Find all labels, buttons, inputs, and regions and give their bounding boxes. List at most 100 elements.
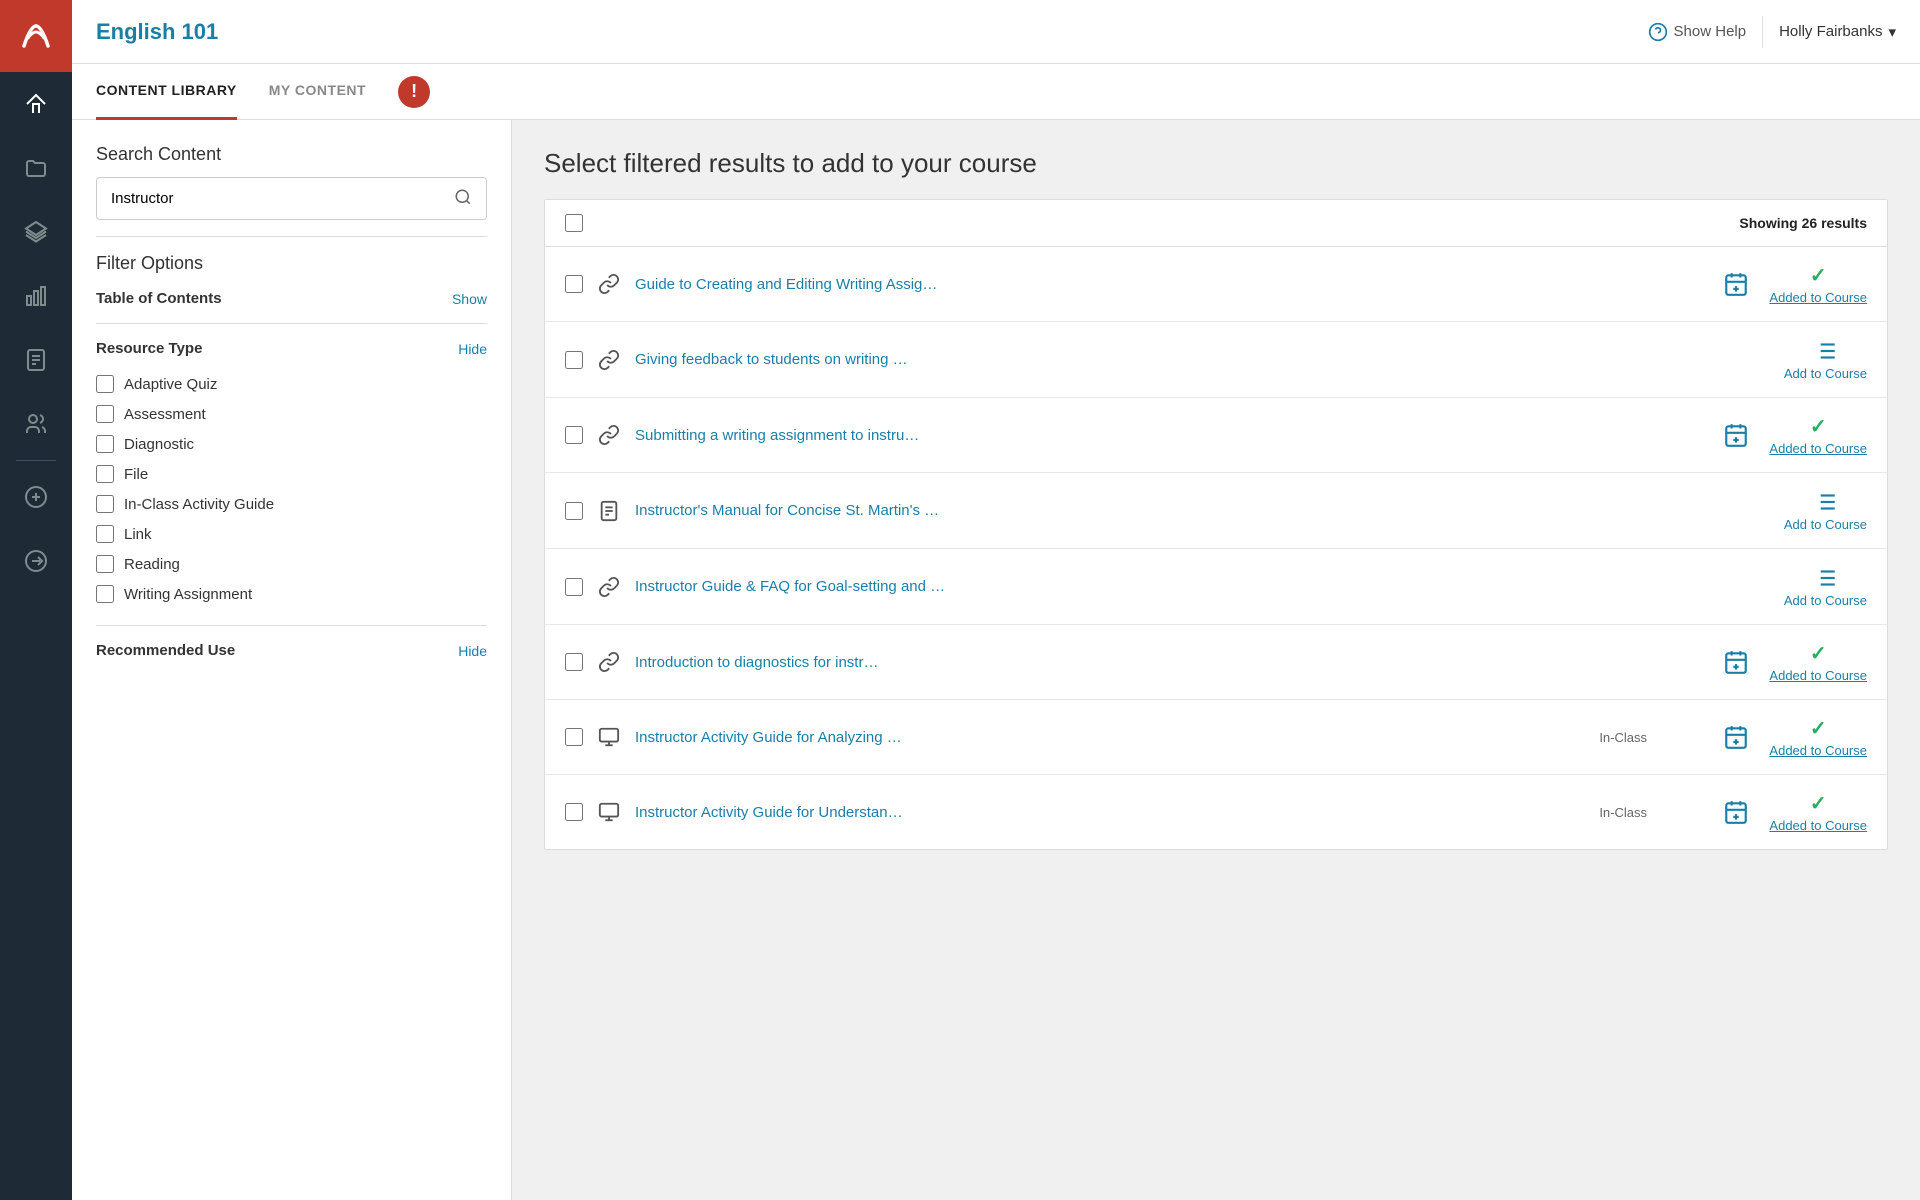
- table-row: Giving feedback to students on writing ……: [545, 322, 1887, 398]
- sidebar-item-folder[interactable]: [0, 136, 72, 200]
- file-checkbox[interactable]: [96, 465, 114, 483]
- row-3-checkbox[interactable]: [565, 426, 583, 444]
- user-name: Holly Fairbanks: [1779, 23, 1882, 40]
- results-header-row: Showing 26 results: [545, 200, 1887, 247]
- row-6-checkbox[interactable]: [565, 653, 583, 671]
- checkbox-link[interactable]: Link: [96, 519, 487, 549]
- row-8-schedule-button[interactable]: [1723, 799, 1749, 825]
- help-icon: [1648, 22, 1668, 42]
- app-logo[interactable]: [0, 0, 72, 72]
- top-header: English 101 Show Help Holly Fairbanks ▾: [72, 0, 1920, 64]
- row-3-added-label[interactable]: Added to Course: [1769, 441, 1867, 456]
- search-content-label: Search Content: [96, 144, 487, 165]
- select-all-checkbox[interactable]: [565, 214, 583, 232]
- diagnostic-checkbox[interactable]: [96, 435, 114, 453]
- sidebar-item-document[interactable]: [0, 328, 72, 392]
- row-2-actions: Add to Course: [1667, 338, 1867, 381]
- show-help-button[interactable]: Show Help: [1648, 22, 1747, 42]
- row-7-title[interactable]: Instructor Activity Guide for Analyzing …: [635, 727, 1579, 748]
- row-7-actions: ✓ Added to Course: [1667, 716, 1867, 758]
- row-6-title[interactable]: Introduction to diagnostics for instr…: [635, 652, 1655, 673]
- tab-alert-button[interactable]: !: [398, 76, 430, 108]
- row-1-added-status: ✓ Added to Course: [1769, 263, 1867, 305]
- row-5-checkbox[interactable]: [565, 578, 583, 596]
- row-3-actions: ✓ Added to Course: [1667, 414, 1867, 456]
- link-icon: [598, 651, 620, 673]
- row-4-actions: Add to Course: [1667, 489, 1867, 532]
- checkbox-in-class-activity[interactable]: In-Class Activity Guide: [96, 489, 487, 519]
- row-2-add-button[interactable]: Add to Course: [1784, 338, 1867, 381]
- in-class-activity-checkbox[interactable]: [96, 495, 114, 513]
- row-8-added-label[interactable]: Added to Course: [1769, 818, 1867, 833]
- row-7-checkbox[interactable]: [565, 728, 583, 746]
- checkbox-diagnostic[interactable]: Diagnostic: [96, 429, 487, 459]
- checkmark-icon: ✓: [1810, 791, 1827, 816]
- row-6-added-status: ✓ Added to Course: [1769, 641, 1867, 683]
- user-menu-button[interactable]: Holly Fairbanks ▾: [1779, 23, 1896, 41]
- row-2-add-label: Add to Course: [1784, 366, 1867, 381]
- checkbox-reading[interactable]: Reading: [96, 549, 487, 579]
- sidebar-item-people[interactable]: [0, 392, 72, 456]
- resource-type-section-header: Resource Type Hide: [96, 340, 487, 357]
- row-1-title[interactable]: Guide to Creating and Editing Writing As…: [635, 274, 1655, 295]
- recommended-use-toggle-button[interactable]: Hide: [458, 643, 487, 659]
- link-checkbox[interactable]: [96, 525, 114, 543]
- checkbox-adaptive-quiz[interactable]: Adaptive Quiz: [96, 369, 487, 399]
- sidebar-item-chart[interactable]: [0, 264, 72, 328]
- writing-assignment-checkbox[interactable]: [96, 585, 114, 603]
- row-3-schedule-button[interactable]: [1723, 422, 1749, 448]
- row-2-icon: [595, 346, 623, 374]
- tab-content-library[interactable]: CONTENT LIBRARY: [96, 64, 237, 120]
- checkbox-writing-assignment[interactable]: Writing Assignment: [96, 579, 487, 609]
- row-7-schedule-button[interactable]: [1723, 724, 1749, 750]
- checkbox-file[interactable]: File: [96, 459, 487, 489]
- row-5-title[interactable]: Instructor Guide & FAQ for Goal-setting …: [635, 576, 1655, 597]
- add-to-list-icon: [1812, 565, 1838, 591]
- row-6-added-label[interactable]: Added to Course: [1769, 668, 1867, 683]
- search-button[interactable]: [440, 178, 486, 219]
- row-4-checkbox[interactable]: [565, 502, 583, 520]
- row-1-added-label[interactable]: Added to Course: [1769, 290, 1867, 305]
- row-4-title[interactable]: Instructor's Manual for Concise St. Mart…: [635, 500, 1655, 521]
- row-1-checkbox[interactable]: [565, 275, 583, 293]
- checkbox-assessment[interactable]: Assessment: [96, 399, 487, 429]
- row-2-checkbox[interactable]: [565, 351, 583, 369]
- row-6-actions: ✓ Added to Course: [1667, 641, 1867, 683]
- row-4-add-button[interactable]: Add to Course: [1784, 489, 1867, 532]
- row-5-add-button[interactable]: Add to Course: [1784, 565, 1867, 608]
- row-5-actions: Add to Course: [1667, 565, 1867, 608]
- search-input[interactable]: [97, 180, 440, 217]
- row-6-schedule-button[interactable]: [1723, 649, 1749, 675]
- row-2-title[interactable]: Giving feedback to students on writing …: [635, 349, 1655, 370]
- row-8-badge: In-Class: [1591, 805, 1655, 820]
- results-count: Showing 26 results: [1739, 215, 1867, 231]
- link-icon: [598, 349, 620, 371]
- row-3-title[interactable]: Submitting a writing assignment to instr…: [635, 425, 1655, 446]
- add-to-list-icon: [1812, 338, 1838, 364]
- filter-sidebar: Search Content Filter Options Table of C…: [72, 120, 512, 1200]
- table-row: Instructor Guide & FAQ for Goal-setting …: [545, 549, 1887, 625]
- assessment-checkbox[interactable]: [96, 405, 114, 423]
- row-7-added-status: ✓ Added to Course: [1769, 716, 1867, 758]
- reading-checkbox[interactable]: [96, 555, 114, 573]
- sidebar-item-layers[interactable]: [0, 200, 72, 264]
- adaptive-quiz-checkbox[interactable]: [96, 375, 114, 393]
- resource-type-toggle-button[interactable]: Hide: [458, 341, 487, 357]
- table-row: Instructor Activity Guide for Understan……: [545, 775, 1887, 849]
- sidebar-divider-3: [96, 625, 487, 626]
- row-8-title[interactable]: Instructor Activity Guide for Understan…: [635, 802, 1579, 823]
- calendar-add-icon: [1723, 422, 1749, 448]
- resource-type-title: Resource Type: [96, 340, 202, 357]
- sidebar-item-switch[interactable]: [0, 529, 72, 593]
- search-box: [96, 177, 487, 220]
- row-7-added-label[interactable]: Added to Course: [1769, 743, 1867, 758]
- tab-bar: CONTENT LIBRARY MY CONTENT !: [72, 64, 1920, 120]
- row-1-schedule-button[interactable]: [1723, 271, 1749, 297]
- sidebar-item-home[interactable]: [0, 72, 72, 136]
- tab-my-content[interactable]: MY CONTENT: [269, 64, 366, 120]
- sidebar-item-add[interactable]: [0, 465, 72, 529]
- recommended-use-title: Recommended Use: [96, 642, 235, 659]
- toc-toggle-button[interactable]: Show: [452, 291, 487, 307]
- row-8-checkbox[interactable]: [565, 803, 583, 821]
- sidebar-divider-2: [96, 323, 487, 324]
